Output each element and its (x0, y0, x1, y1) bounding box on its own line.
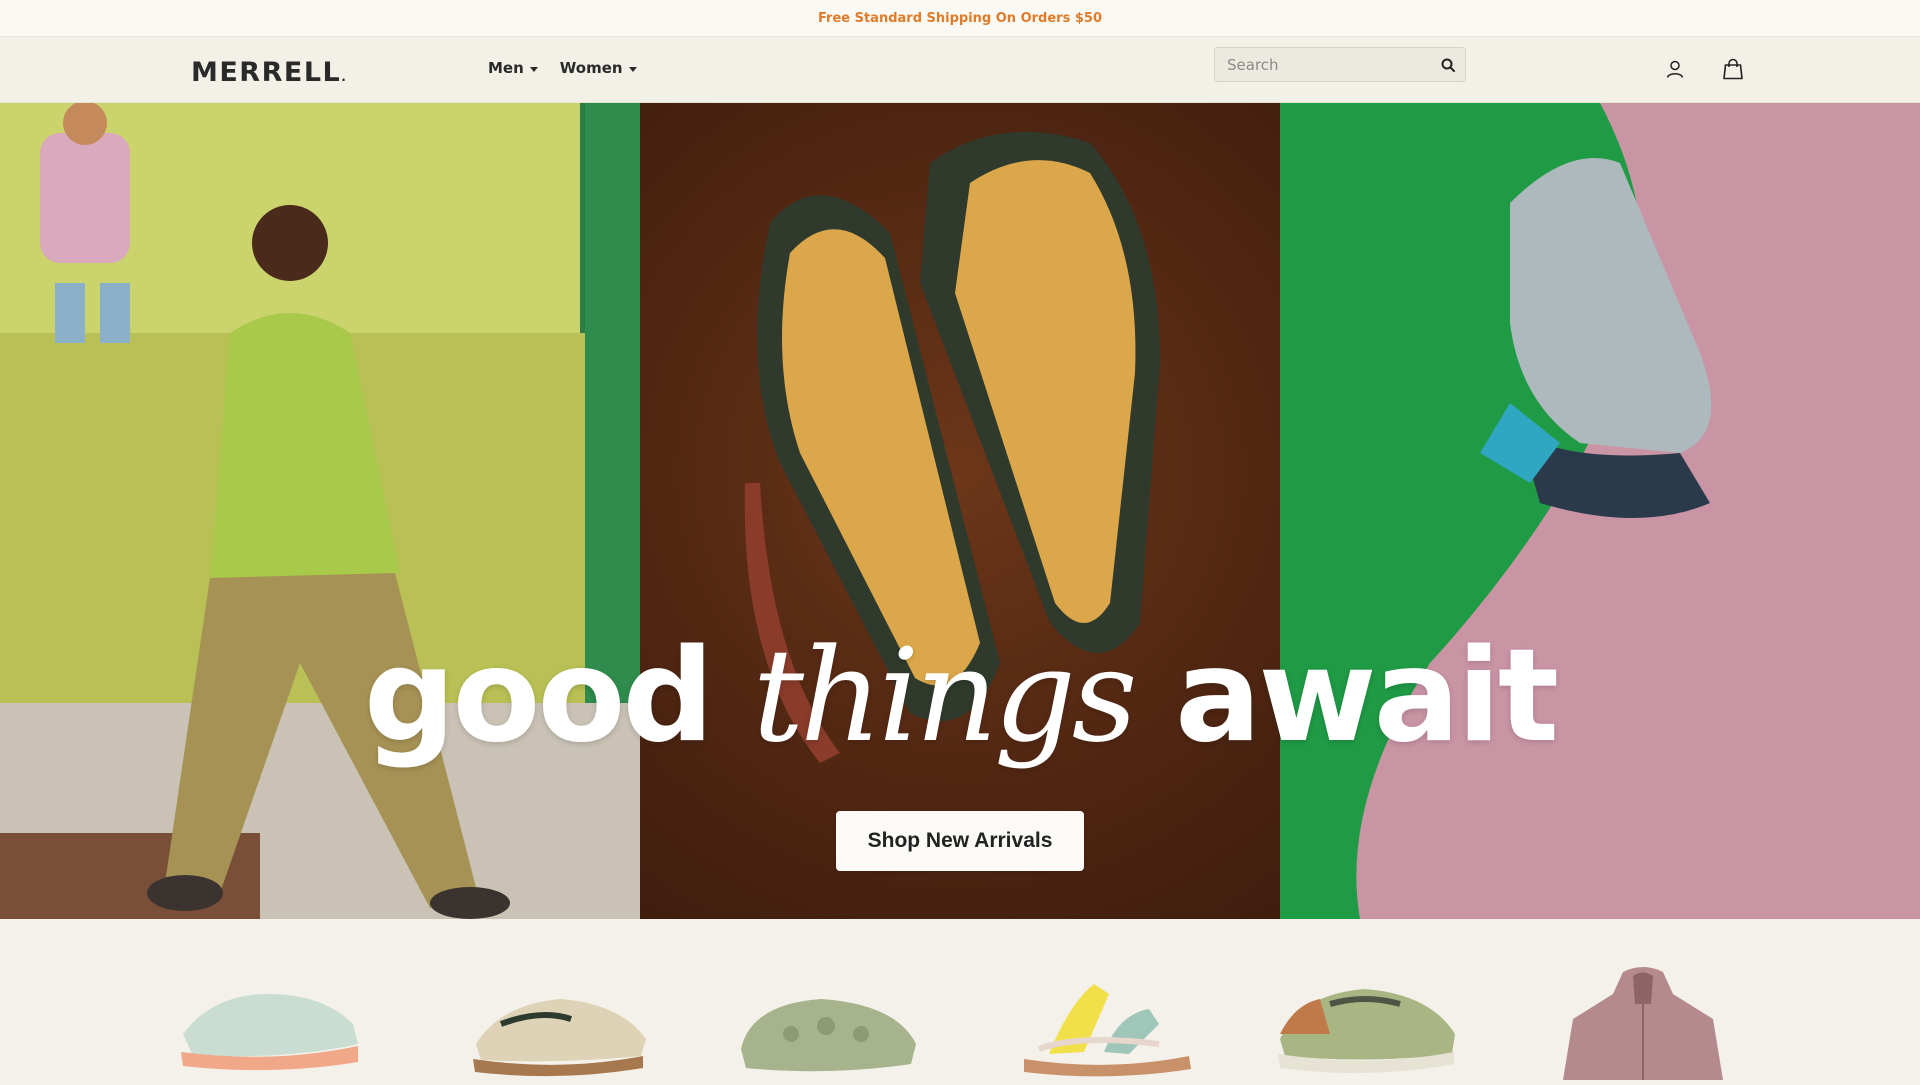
shop-new-arrivals-button[interactable]: Shop New Arrivals (836, 811, 1084, 871)
promo-bar: Free Standard Shipping On Orders $50 (0, 0, 1920, 37)
product-carousel (0, 919, 1920, 1080)
product-card[interactable] (461, 964, 651, 1080)
shopping-bag-icon (1723, 58, 1743, 80)
nav-men-label[interactable]: Men (488, 59, 524, 77)
hiking-shoes-illustration (744, 131, 1160, 763)
rain-jacket-image (1563, 967, 1723, 1080)
chevron-down-icon (628, 66, 637, 72)
headline-word-things: things (752, 622, 1138, 771)
search-box (1214, 47, 1466, 82)
hydro-moc-shoe-image (741, 999, 916, 1072)
promo-text: Free Standard Shipping On Orders $50 (817, 10, 1102, 26)
cta-label[interactable]: Shop New Arrivals (868, 829, 1053, 853)
headline-word-good: good (363, 622, 714, 771)
product-card[interactable] (173, 964, 363, 1080)
product-card[interactable] (1270, 964, 1460, 1080)
sneaker-image (1278, 989, 1455, 1074)
hero-image-left (0, 103, 640, 919)
main-nav: Men Women (488, 59, 637, 77)
search-input[interactable] (1215, 48, 1431, 81)
product-card[interactable] (731, 964, 921, 1080)
leg-sneaker-illustration (1280, 103, 1920, 919)
cart-button[interactable] (1719, 55, 1747, 83)
site-header: MERRELL. Men Women (0, 37, 1920, 103)
man-walking-illustration (0, 103, 640, 919)
logo-text[interactable]: MERRELL (191, 57, 341, 88)
account-button[interactable] (1661, 55, 1689, 83)
hero-banner: good things await Shop New Arrivals (0, 103, 1920, 919)
hero-image-center (640, 103, 1280, 919)
hero-headline: good things await (0, 633, 1920, 761)
nav-women-label[interactable]: Women (560, 59, 623, 77)
hero-image-right (1280, 103, 1920, 919)
product-card[interactable] (1548, 964, 1738, 1080)
headline-word-await: await (1175, 622, 1559, 771)
product-card[interactable] (1009, 964, 1199, 1080)
search-icon (1441, 58, 1455, 72)
account-icon (1666, 60, 1684, 78)
nav-men[interactable]: Men (488, 59, 538, 77)
sandal-image (1024, 984, 1191, 1077)
nav-women[interactable]: Women (560, 59, 637, 77)
barefoot-shoe-image (473, 999, 646, 1077)
merrell-logo[interactable]: MERRELL. (191, 57, 347, 88)
search-button[interactable] (1431, 48, 1465, 81)
chevron-down-icon (529, 66, 538, 72)
trail-runner-shoe-image (181, 994, 358, 1071)
